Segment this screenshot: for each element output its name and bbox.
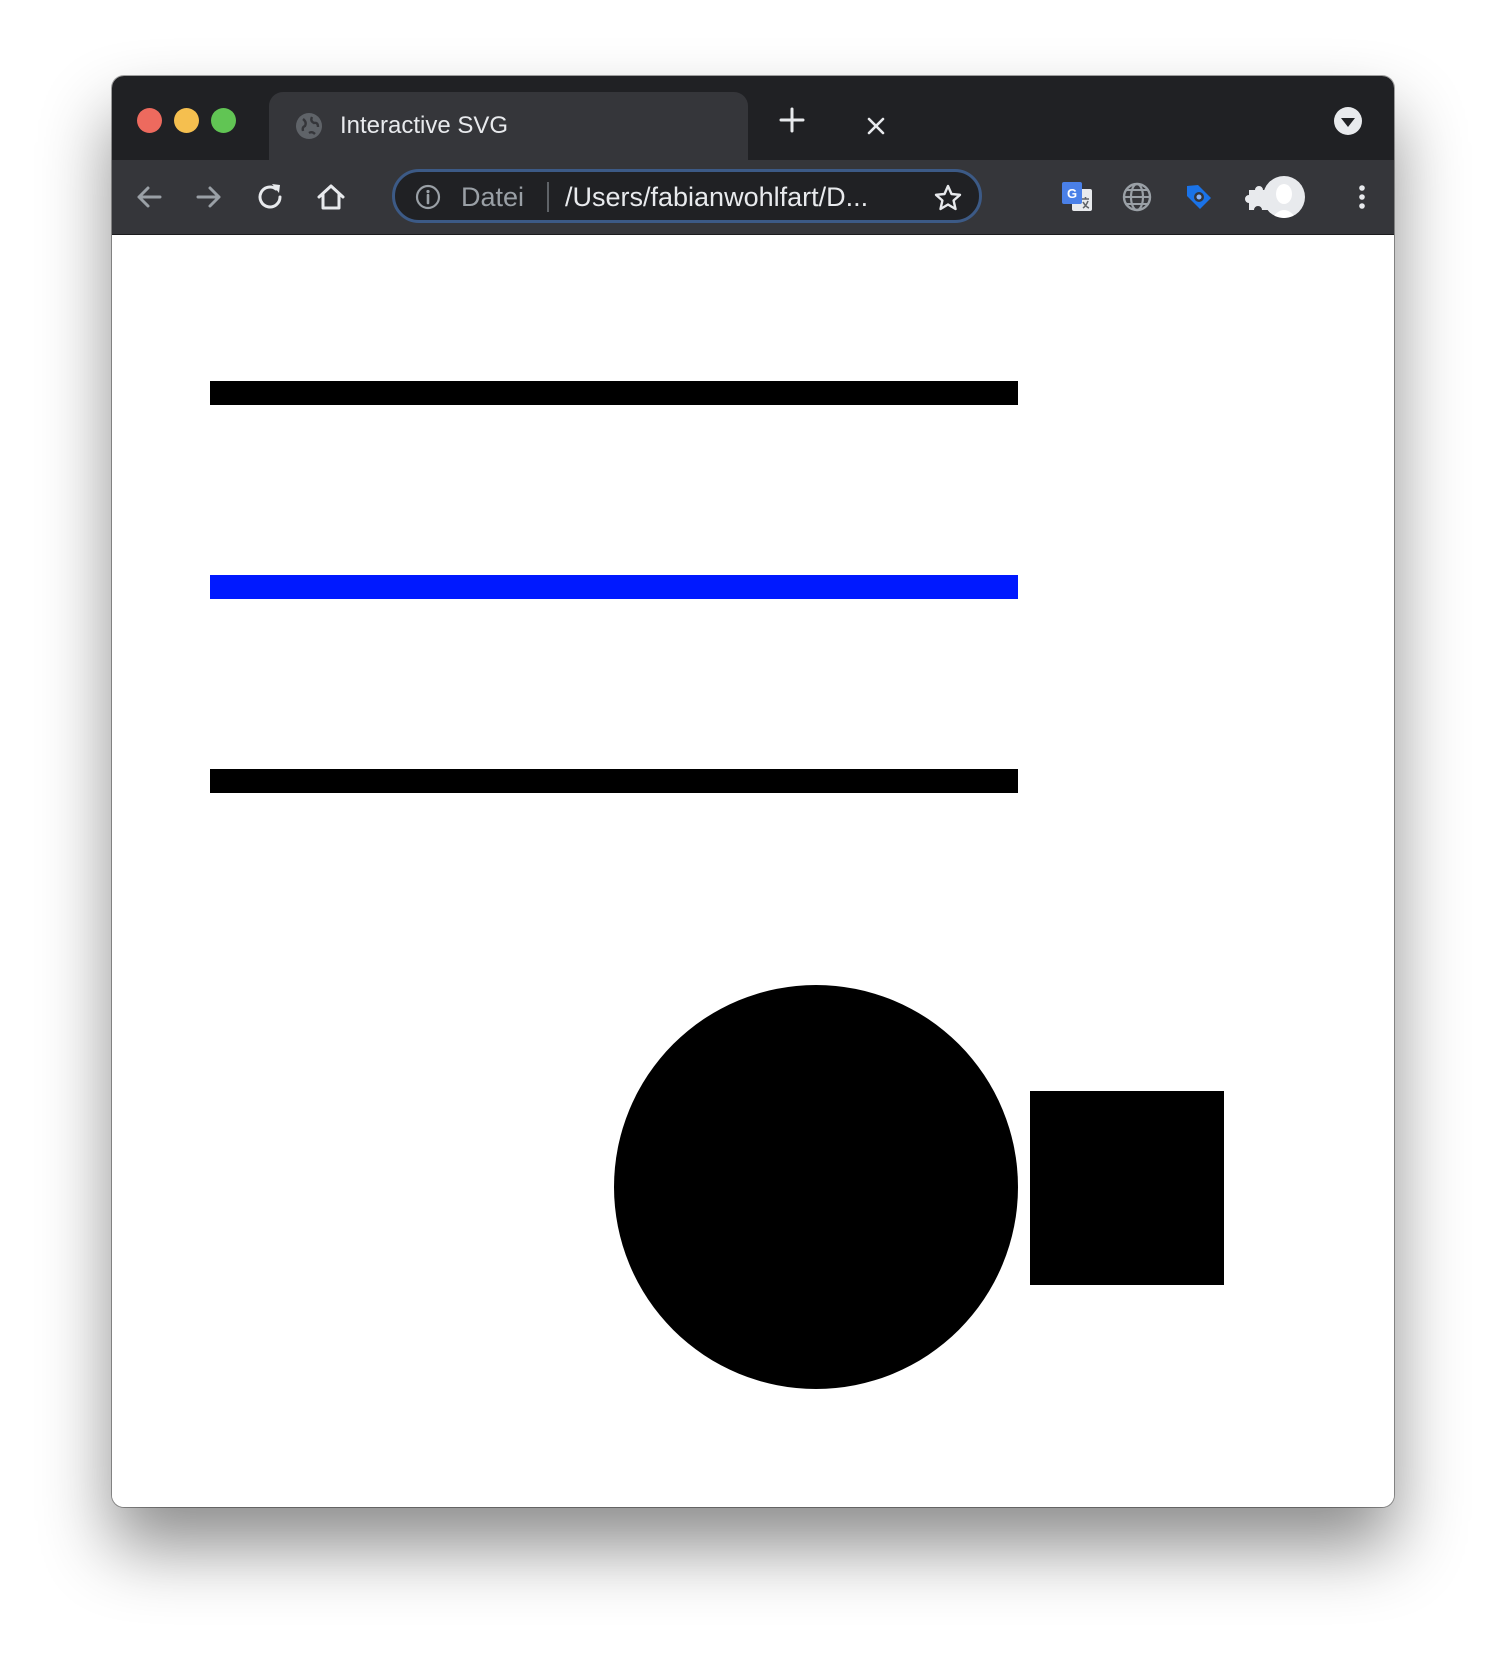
zoom-window-icon[interactable]	[211, 108, 236, 133]
plus-icon[interactable]	[778, 106, 806, 134]
browser-toolbar: Datei /Users/fabianwohlfart/D... G	[112, 160, 1394, 235]
translate-glyph: G	[1067, 186, 1077, 201]
tab-interactive-svg[interactable]: Interactive SVG	[269, 92, 885, 160]
arrow-left-icon[interactable]	[132, 180, 166, 214]
chevron-down-icon[interactable]	[1333, 106, 1363, 136]
profile-silhouette-icon	[1272, 184, 1296, 218]
address-scheme-label: Datei	[461, 182, 525, 212]
kebab-menu-icon[interactable]	[1345, 180, 1379, 214]
tag-icon[interactable]	[1182, 180, 1216, 214]
browser-window: Interactive SVG Datei /Users/fabianwohlf…	[112, 76, 1394, 1507]
address-bar[interactable]: Datei /Users/fabianwohlfart/D...	[392, 169, 982, 223]
globe-icon[interactable]	[1120, 180, 1154, 214]
address-url[interactable]: /Users/fabianwohlfart/D...	[565, 181, 868, 213]
reload-icon[interactable]	[253, 180, 287, 214]
address-separator	[547, 182, 549, 212]
page-content	[112, 235, 1394, 1507]
square[interactable]	[1030, 1091, 1224, 1285]
close-icon[interactable]	[864, 114, 888, 138]
star-icon[interactable]	[933, 183, 963, 213]
arrow-right-icon[interactable]	[192, 180, 226, 214]
home-icon[interactable]	[314, 180, 348, 214]
svg-canvas[interactable]	[112, 235, 1394, 1507]
circle[interactable]	[614, 985, 1018, 1389]
translate-icon[interactable]: G	[1060, 180, 1094, 214]
tab-title: Interactive SVG	[340, 112, 509, 139]
minimize-window-icon[interactable]	[174, 108, 199, 133]
avatar[interactable]	[1263, 176, 1305, 218]
line-1[interactable]	[210, 381, 1018, 405]
tab-strip: Interactive SVG	[112, 76, 1394, 160]
info-icon[interactable]	[415, 184, 441, 210]
line-2[interactable]	[210, 575, 1018, 599]
line-3[interactable]	[210, 769, 1018, 793]
close-window-icon[interactable]	[137, 108, 162, 133]
globe-icon	[296, 113, 322, 139]
